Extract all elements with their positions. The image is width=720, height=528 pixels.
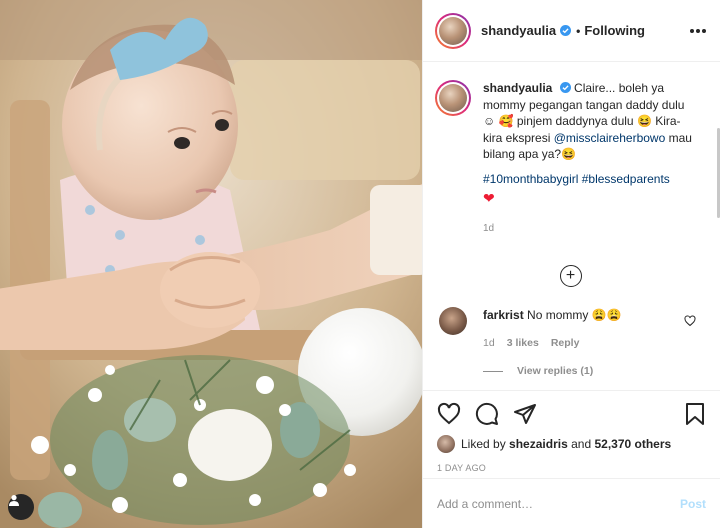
view-replies-button[interactable]: View replies (1): [483, 365, 706, 377]
comment-reply-button[interactable]: Reply: [551, 335, 580, 351]
caption-text: shandyaulia Claire... boleh ya mommy peg…: [483, 80, 693, 237]
tagged-user-icon: [9, 495, 19, 506]
header-separator: •: [576, 23, 581, 38]
comment-meta: 1d 3 likes Reply: [483, 335, 622, 351]
post-caption: shandyaulia Claire... boleh ya mommy peg…: [435, 80, 706, 237]
likes-summary: Liked by shezaidris and 52,370 others: [437, 435, 706, 453]
bookmark-icon[interactable]: [684, 402, 706, 426]
post-header: shandyaulia • Following: [423, 0, 720, 62]
commenter-avatar[interactable]: [439, 307, 467, 335]
photo-illustration: [0, 0, 422, 528]
caption-hashtags[interactable]: #10monthbabygirl #blessedparents: [483, 171, 693, 188]
comment-like-icon[interactable]: [684, 315, 696, 327]
post-timestamp[interactable]: 1 DAY AGO: [437, 463, 706, 473]
comment-input[interactable]: [437, 496, 680, 511]
caption-time[interactable]: 1d: [483, 221, 693, 238]
author-avatar[interactable]: [435, 12, 471, 49]
comment-likes[interactable]: 3 likes: [507, 335, 539, 351]
comments-section: shandyaulia Claire... boleh ya mommy peg…: [423, 62, 720, 390]
comment-icon[interactable]: [475, 402, 499, 426]
liker-avatar[interactable]: [437, 435, 455, 453]
comment-time[interactable]: 1d: [483, 335, 495, 351]
instagram-post-modal: shandyaulia • Following shandyaulia Clai…: [0, 0, 720, 528]
comment-text: No mommy 😩😩: [527, 308, 622, 322]
post-photo[interactable]: [0, 0, 422, 528]
caption-avatar[interactable]: [435, 80, 471, 116]
verified-icon: [560, 25, 572, 36]
likes-prefix: Liked by: [461, 437, 506, 451]
post-side-panel: shandyaulia • Following shandyaulia Clai…: [422, 0, 720, 528]
post-actions: Liked by shezaidris and 52,370 others 1 …: [423, 390, 720, 478]
tagged-users-button[interactable]: [8, 494, 34, 520]
likes-and: and: [571, 437, 592, 451]
action-icons: [437, 401, 706, 427]
red-heart-emoji: ❤: [483, 190, 495, 206]
comment-item: farkrist No mommy 😩😩 1d 3 likes Reply: [435, 307, 706, 351]
post-comment-button[interactable]: Post: [680, 497, 706, 511]
author-username[interactable]: shandyaulia: [481, 23, 556, 38]
replies-divider: [483, 370, 503, 372]
verified-icon: [559, 82, 571, 93]
following-button[interactable]: Following: [584, 23, 645, 38]
view-replies-label[interactable]: View replies (1): [517, 365, 593, 377]
add-circle-icon[interactable]: +: [559, 265, 582, 287]
liker-username[interactable]: shezaidris: [509, 437, 568, 451]
commenter-username[interactable]: farkrist: [483, 308, 524, 322]
add-comment-bar: Post: [423, 478, 720, 528]
likes-others[interactable]: 52,370 others: [594, 437, 671, 451]
load-more-comments[interactable]: +: [435, 265, 706, 287]
caption-mention[interactable]: @missclaireherbowo: [554, 131, 666, 145]
share-icon[interactable]: [513, 402, 537, 426]
heart-outline-icon[interactable]: [437, 402, 461, 426]
comment-body: farkrist No mommy 😩😩 1d 3 likes Reply: [483, 307, 622, 351]
more-options-icon[interactable]: [690, 25, 706, 37]
caption-username[interactable]: shandyaulia: [483, 81, 552, 95]
